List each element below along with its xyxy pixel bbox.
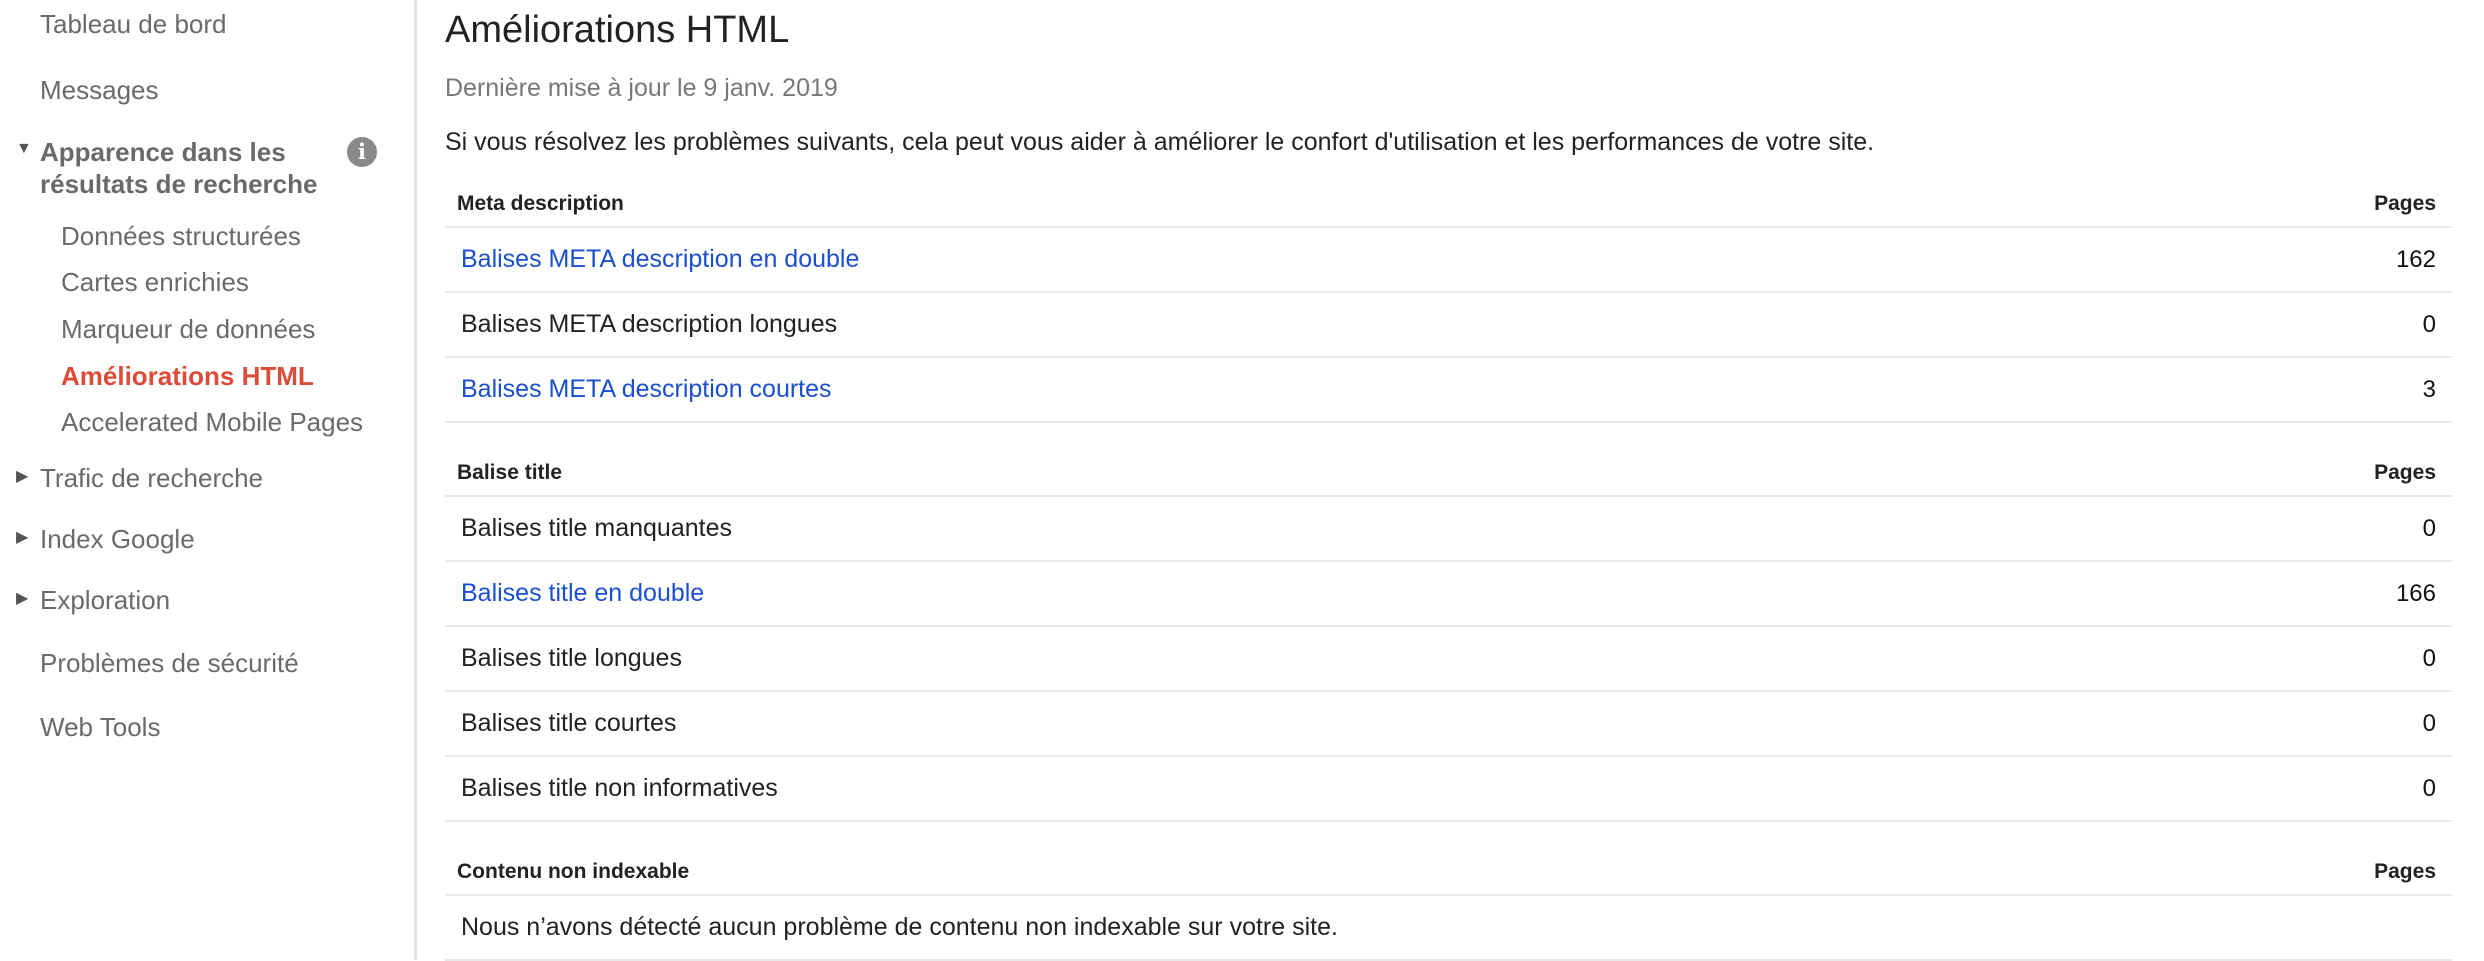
nav-amp[interactable]: Accelerated Mobile Pages	[61, 406, 363, 438]
pages-count: 0	[2422, 709, 2436, 737]
nav-donnees-structurees[interactable]: Données structurées	[61, 220, 301, 252]
issue-label: Balises META description longues	[461, 310, 838, 338]
intro-text: Si vous résolvez les problèmes suivants,…	[445, 128, 1875, 156]
section-header: Meta description Pages	[445, 184, 2452, 228]
issues-table: Meta description Pages Balises META descri…	[445, 184, 2452, 961]
pages-count: 0	[2422, 514, 2436, 542]
section-header: Contenu non indexable Pages	[445, 822, 2452, 896]
caret-right-icon[interactable]: ▶	[16, 466, 28, 486]
nav-apparence-line2: résultats de recherche	[40, 169, 318, 199]
table-row: Balises META description longues 0	[445, 293, 2452, 358]
nav-problemes-securite[interactable]: Problèmes de sécurité	[40, 647, 299, 679]
pages-count: 0	[2422, 774, 2436, 802]
pages-column-header: Pages	[2374, 461, 2436, 484]
page-title: Améliorations HTML	[445, 9, 790, 51]
table-row[interactable]: Balises META description courtes 3	[445, 358, 2452, 423]
pages-count: 166	[2395, 579, 2436, 607]
table-row: Balises title manquantes 0	[445, 497, 2452, 562]
table-row: Nous n’avons détecté aucun problème de c…	[445, 896, 2452, 961]
nav-index-google[interactable]: Index Google	[40, 523, 195, 555]
issue-label: Nous n’avons détecté aucun problème de c…	[461, 913, 1338, 941]
table-row: Balises title courtes 0	[445, 692, 2452, 757]
pages-column-header: Pages	[2374, 860, 2436, 883]
issue-label: Balises title non informatives	[461, 774, 778, 802]
nav-cartes-enrichies[interactable]: Cartes enrichies	[61, 266, 249, 298]
pages-count: 0	[2422, 644, 2436, 672]
caret-right-icon[interactable]: ▶	[16, 527, 28, 547]
table-row: Balises title longues 0	[445, 627, 2452, 692]
caret-down-icon[interactable]: ▼	[16, 140, 32, 158]
issue-label: Balises title courtes	[461, 709, 677, 737]
nav-apparence[interactable]: Apparence dans les résultats de recherch…	[40, 136, 317, 200]
nav-messages[interactable]: Messages	[40, 74, 159, 106]
issue-label: Balises title longues	[461, 644, 682, 672]
nav-trafic-de-recherche[interactable]: Trafic de recherche	[40, 462, 263, 494]
issue-link[interactable]: Balises META description en double	[461, 245, 859, 274]
nav-exploration[interactable]: Exploration	[40, 584, 170, 616]
nav-web-tools[interactable]: Web Tools	[40, 711, 160, 743]
pages-count: 0	[2422, 310, 2436, 338]
pages-count: 162	[2395, 245, 2436, 273]
issue-link[interactable]: Balises title en double	[461, 579, 704, 608]
nav-apparence-line1: Apparence dans les	[40, 137, 286, 167]
nav-ameliorations-html[interactable]: Améliorations HTML	[61, 360, 314, 392]
nav-marqueur-de-donnees[interactable]: Marqueur de données	[61, 313, 315, 345]
last-updated: Dernière mise à jour le 9 janv. 2019	[445, 74, 838, 102]
section-title: Balise title	[457, 461, 563, 484]
pages-column-header: Pages	[2374, 192, 2436, 215]
section-header: Balise title Pages	[445, 423, 2452, 497]
section-title: Meta description	[457, 192, 624, 215]
issue-link[interactable]: Balises META description courtes	[461, 375, 832, 404]
nav-tableau-de-bord[interactable]: Tableau de bord	[40, 8, 226, 40]
sidebar: Tableau de bord Messages ▼ Apparence dan…	[0, 0, 417, 960]
caret-right-icon[interactable]: ▶	[16, 588, 28, 608]
table-row: Balises title non informatives 0	[445, 757, 2452, 822]
info-icon[interactable]: i	[347, 137, 377, 167]
table-row[interactable]: Balises title en double 166	[445, 562, 2452, 627]
section-title: Contenu non indexable	[457, 860, 690, 883]
table-row[interactable]: Balises META description en double 162	[445, 228, 2452, 293]
pages-count: 3	[2422, 375, 2436, 403]
issue-label: Balises title manquantes	[461, 514, 732, 542]
